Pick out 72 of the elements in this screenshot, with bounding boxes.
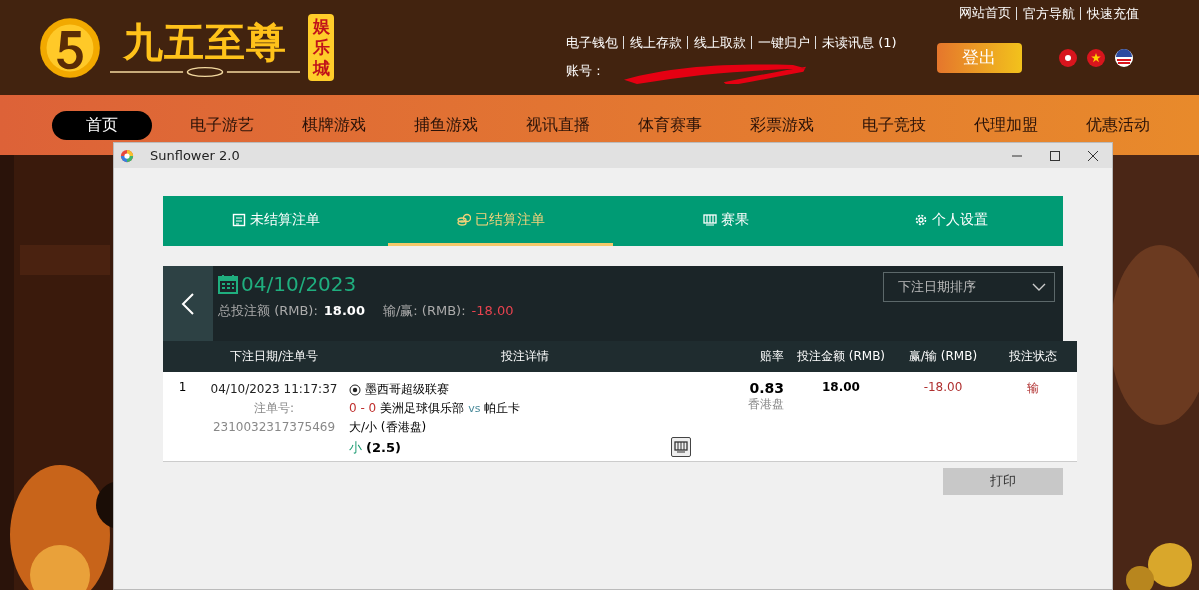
flag-icon[interactable] — [1057, 47, 1078, 68]
account-link[interactable]: 一键归户 — [751, 36, 810, 49]
account-link[interactable]: 未读讯息 (1) — [815, 36, 897, 49]
ticket-label: 注单号: — [252, 400, 295, 417]
column-header: 投注金额 (RMB) — [785, 341, 897, 372]
column-header: 赔率 — [703, 341, 785, 372]
odds-value: 0.83 — [748, 380, 784, 396]
account-label: 账号 : — [566, 61, 601, 80]
logo-badge: 娱乐城 — [308, 14, 334, 81]
bet-datetime: 04/10/2023 11:17:37 — [209, 381, 339, 398]
nav-item[interactable]: 电子游艺 — [180, 110, 264, 140]
nav-item[interactable]: 棋牌游戏 — [292, 110, 376, 140]
tab[interactable]: 个人设置 — [838, 196, 1063, 246]
window-title: Sunflower 2.0 — [150, 148, 240, 163]
sort-dropdown[interactable]: 下注日期排序 — [883, 272, 1055, 302]
date-heading: 04/10/2023 — [241, 272, 357, 296]
total-value: 18.00 — [323, 303, 365, 318]
print-button[interactable]: 打印 — [943, 467, 1063, 495]
chevron-left-icon — [181, 291, 195, 316]
vs-label: vs — [468, 401, 481, 417]
gear-icon — [913, 212, 928, 227]
row-number: 1 — [178, 380, 187, 394]
calendar-icon — [218, 274, 238, 294]
nav-item[interactable]: 优惠活动 — [1076, 110, 1160, 140]
soccer-ball-icon — [349, 383, 361, 396]
close-icon — [1087, 149, 1099, 162]
winloss-label: 输/赢: (RMB): — [382, 302, 466, 320]
document-icon — [231, 212, 246, 227]
odds-type: 香港盘 — [747, 396, 784, 413]
column-header: 下注日期/注单号 — [202, 341, 346, 372]
column-header: 投注状态 — [989, 341, 1077, 372]
flag-icon[interactable] — [1085, 47, 1106, 68]
nav-item[interactable]: 代理加盟 — [964, 110, 1048, 140]
top-link[interactable]: 官方导航 — [1016, 6, 1075, 20]
account-link[interactable]: 线上存款 — [623, 36, 682, 49]
home-team: 美洲足球俱乐部 — [380, 400, 465, 417]
column-header: 投注详情 — [346, 341, 703, 372]
away-team: 帕丘卡 — [484, 400, 521, 417]
top-link[interactable]: 快速充值 — [1080, 6, 1139, 20]
account-link[interactable]: 电子钱包 — [566, 33, 618, 52]
pick-label: 小 — [349, 438, 362, 457]
nav-item[interactable]: 视讯直播 — [516, 110, 600, 140]
coins-icon — [456, 212, 471, 227]
scoreboard-icon — [702, 212, 717, 227]
winloss-value: -18.00 — [471, 303, 514, 318]
nav-item[interactable]: 体育赛事 — [628, 110, 712, 140]
bet-status: 输 — [1027, 381, 1039, 395]
maximize-icon — [1049, 149, 1061, 162]
market-name: 大/小 (香港盘) — [349, 419, 428, 436]
tab[interactable]: 赛果 — [613, 196, 838, 246]
scoreboard-button[interactable] — [671, 437, 691, 457]
total-label: 总投注额 (RMB): — [218, 302, 318, 320]
logo-title: 九五至尊 — [123, 17, 287, 66]
chevron-down-icon — [1032, 283, 1046, 291]
column-header: 赢/输 (RMB) — [897, 341, 989, 372]
winloss-cell: -18.00 — [923, 380, 963, 394]
app-icon — [120, 148, 134, 163]
nav-item[interactable]: 首页 — [52, 110, 152, 140]
nav-item[interactable]: 彩票游戏 — [740, 110, 824, 140]
match-score: 0 - 0 — [349, 400, 377, 417]
league-name: 墨西哥超级联赛 — [365, 381, 449, 398]
logo-icon — [38, 15, 102, 80]
flag-icon[interactable] — [1113, 47, 1134, 68]
account-link[interactable]: 线上取款 — [687, 36, 746, 49]
nav-item[interactable]: 电子竞技 — [852, 110, 936, 140]
scoreboard-icon — [674, 440, 688, 454]
stake-value: 18.00 — [822, 380, 860, 394]
ticket-number: 2310032317375469 — [211, 419, 337, 436]
top-link[interactable]: 网站首页 — [959, 4, 1011, 22]
pick-line: (2.5) — [366, 438, 401, 457]
nav-item[interactable]: 捕鱼游戏 — [404, 110, 488, 140]
tab[interactable]: 未结算注单 — [163, 196, 388, 246]
